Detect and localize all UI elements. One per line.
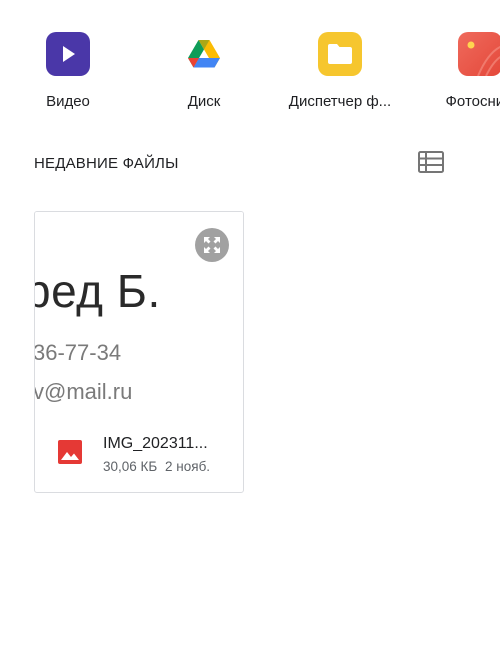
expand-icon[interactable] <box>195 228 229 262</box>
section-title: НЕДАВНИЕ ФАЙЛЫ <box>34 155 179 172</box>
file-preview-thumbnail: ред Б. 36-77-34 v@mail.ru <box>35 212 243 417</box>
file-date: 2 нояб. <box>165 459 211 474</box>
recent-files-header: НЕДАВНИЕ ФАЙЛЫ <box>34 148 464 180</box>
file-size: 30,06 КБ <box>103 459 158 474</box>
list-view-icon[interactable] <box>418 151 444 175</box>
photos-icon <box>458 32 500 76</box>
folder-icon <box>318 32 362 76</box>
app-shortcut-photos[interactable]: Фотосним <box>420 30 500 110</box>
preview-text-line: ред Б. <box>35 265 161 317</box>
app-label: Фотосним <box>445 93 500 110</box>
app-shortcut-drive[interactable]: Диск <box>144 30 264 110</box>
file-name: IMG_202311... <box>103 435 208 452</box>
preview-text-line: v@mail.ru <box>35 379 133 404</box>
file-meta: 30,06 КБ 2 нояб. <box>103 459 210 474</box>
app-label: Диспетчер ф... <box>288 93 392 110</box>
app-label: Видео <box>46 93 90 110</box>
image-icon <box>57 439 83 465</box>
google-drive-icon <box>182 32 226 76</box>
app-shortcuts-row: Видео Диск Диспетчер ф... Фотосн <box>0 30 500 120</box>
preview-text-line: 36-77-34 <box>35 340 122 365</box>
app-label: Диск <box>187 93 221 110</box>
recent-file-card[interactable]: ред Б. 36-77-34 v@mail.ru IMG_202311... … <box>34 211 244 493</box>
app-shortcut-file-manager[interactable]: Диспетчер ф... <box>280 30 400 110</box>
app-shortcut-video[interactable]: Видео <box>8 30 128 110</box>
file-picker-screen: Видео Диск Диспетчер ф... Фотосн НЕДАВНИ… <box>0 0 500 666</box>
file-info: IMG_202311... 30,06 КБ 2 нояб. <box>35 417 243 492</box>
play-icon <box>46 32 90 76</box>
